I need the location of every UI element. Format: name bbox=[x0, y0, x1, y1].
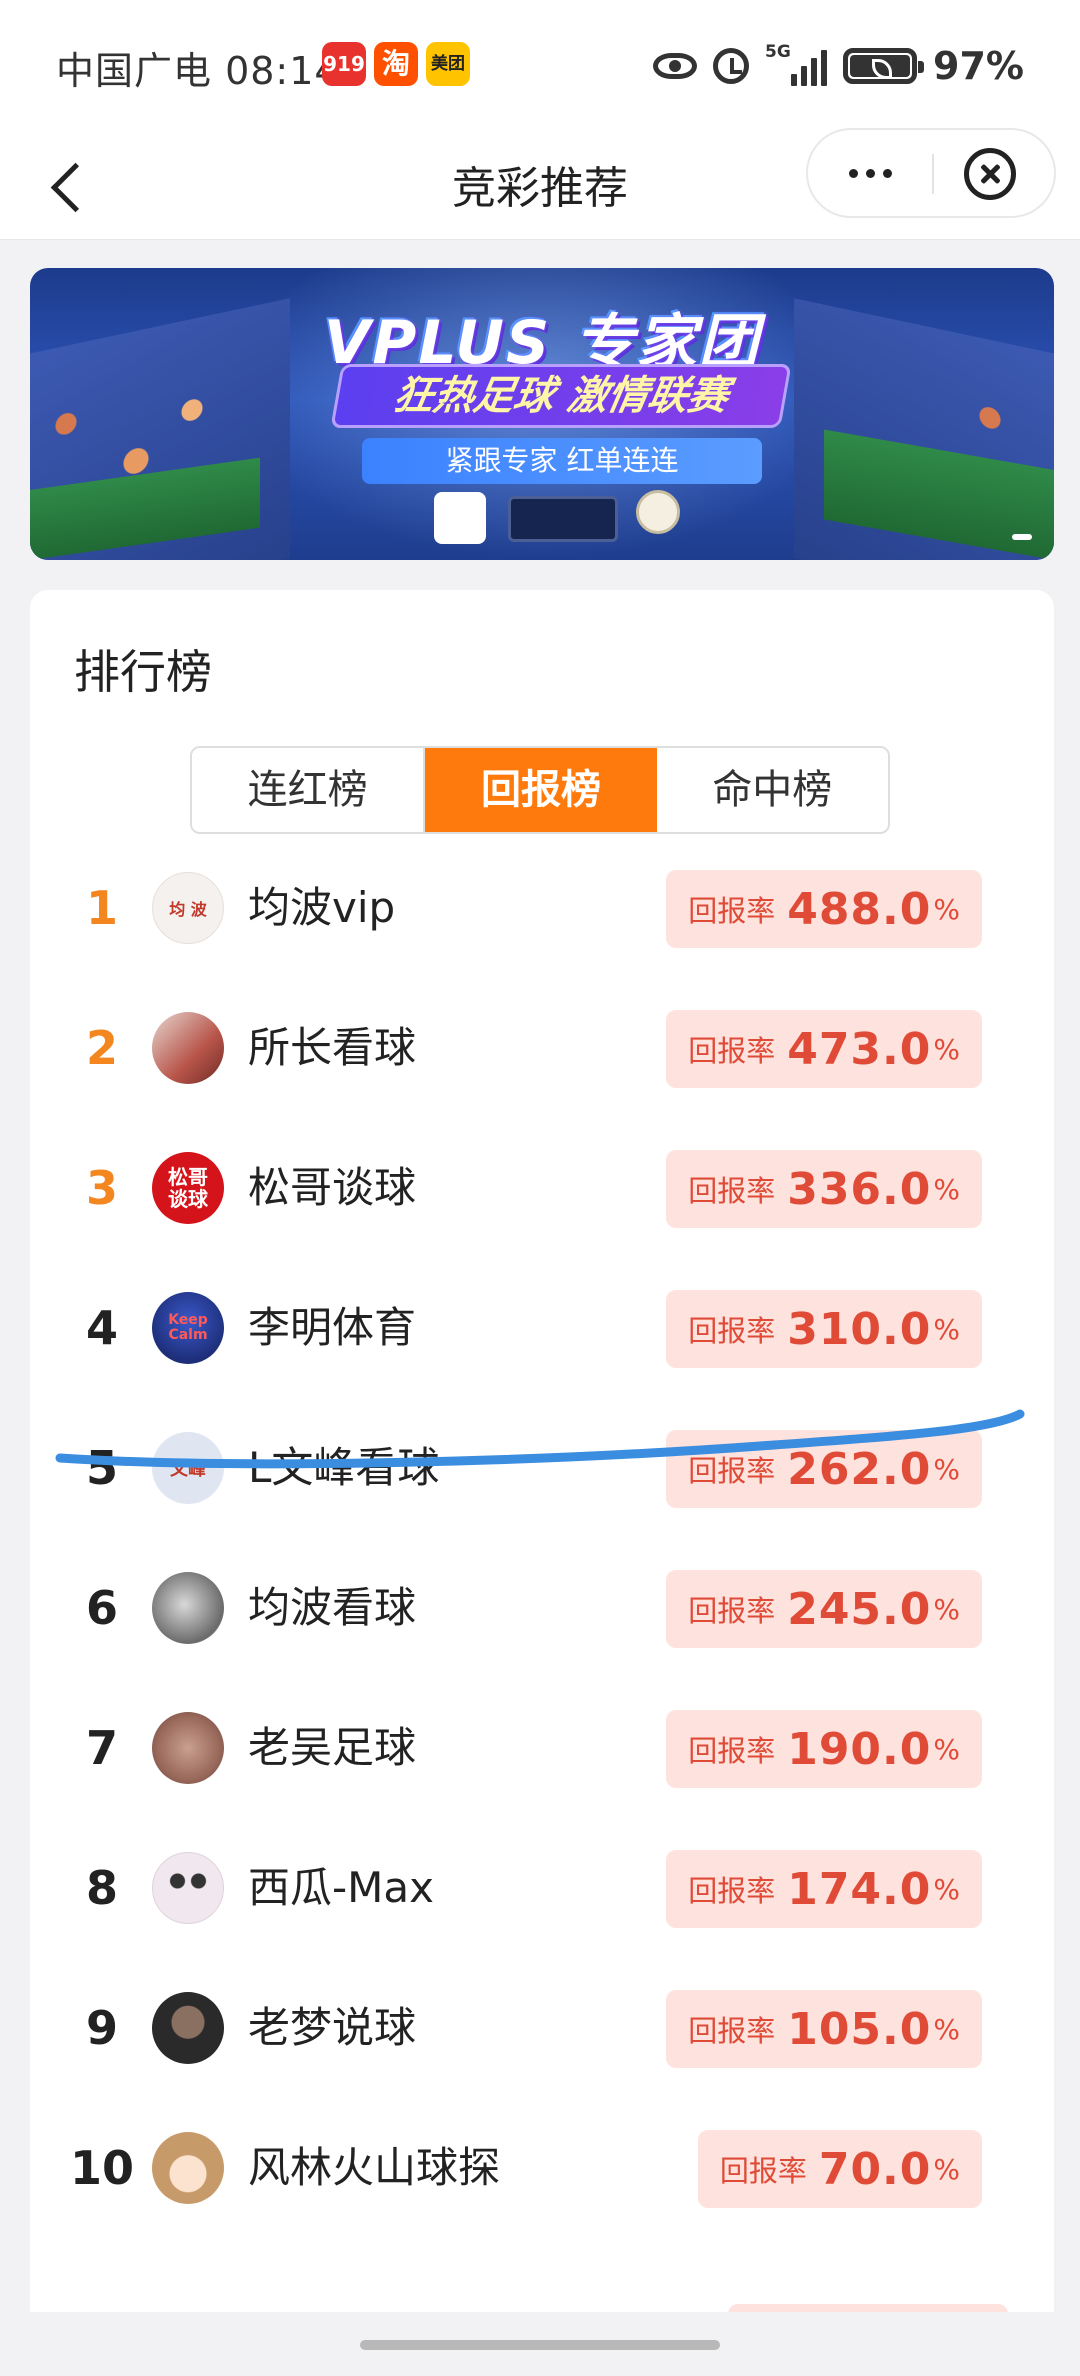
expert-name: 均波vip bbox=[248, 883, 396, 932]
return-rate-badge: 回报率 70.0% bbox=[697, 2130, 982, 2208]
rank-number: 8 bbox=[85, 1861, 118, 1915]
signal-icon: 5G bbox=[765, 42, 828, 86]
more-dots-icon[interactable] bbox=[808, 130, 932, 216]
list-item[interactable]: 8 西瓜-Max 回报率 174.0% bbox=[30, 1818, 1054, 1958]
banner-slogan: 紧跟专家 红单连连 bbox=[362, 438, 762, 484]
list-item[interactable]: 7 老吴足球 回报率 190.0% bbox=[30, 1678, 1054, 1818]
expert-name: 西瓜-Max bbox=[248, 1863, 434, 1912]
expert-name: 松哥谈球 bbox=[248, 1163, 417, 1212]
list-item[interactable]: 3 松哥 谈球 松哥谈球 回报率 336.0% bbox=[30, 1118, 1054, 1258]
rank-number: 3 bbox=[85, 1161, 118, 1215]
list-item[interactable]: 4 Keep Calm 李明体育 回报率 310.0% bbox=[30, 1258, 1054, 1398]
avatar bbox=[152, 1012, 224, 1084]
alarm-icon bbox=[713, 48, 750, 84]
list-item[interactable]: 2 所长看球 回报率 473.0% bbox=[30, 978, 1054, 1118]
avatar: 松哥 谈球 bbox=[152, 1152, 224, 1224]
close-circle-icon[interactable] bbox=[964, 148, 1016, 200]
tab-hit[interactable]: 命中榜 bbox=[656, 748, 888, 832]
return-rate-badge: 回报率 245.0% bbox=[666, 1570, 982, 1648]
scoreboard-icon bbox=[508, 496, 618, 542]
ranking-tabs: 连红榜 回报榜 命中榜 bbox=[190, 746, 890, 834]
home-area bbox=[0, 2312, 1080, 2376]
expert-name: 均波看球 bbox=[248, 1583, 417, 1632]
ranking-title: 排行榜 bbox=[74, 645, 212, 699]
list-item[interactable]: 10 风林火山球探 回报率 70.0% bbox=[30, 2098, 1054, 2238]
avatar bbox=[152, 1712, 224, 1784]
return-rate-badge: 回报率 336.0% bbox=[666, 1150, 982, 1228]
return-rate-badge: 回报率 310.0% bbox=[666, 1290, 982, 1368]
tab-return[interactable]: 回报榜 bbox=[425, 748, 657, 832]
rank-number: 6 bbox=[85, 1581, 118, 1635]
home-indicator[interactable] bbox=[360, 2340, 720, 2350]
rank-number: 7 bbox=[85, 1721, 118, 1775]
nav-bar: 竞彩推荐 bbox=[0, 128, 1080, 240]
league-logo-icon bbox=[434, 492, 486, 544]
avatar bbox=[152, 1572, 224, 1644]
banner-subtitle: 狂热足球 激情联赛 bbox=[330, 364, 792, 428]
ranking-card: 排行榜 连红榜 回报榜 命中榜 1 均 波 均波vip 回报率 488.0% 2 … bbox=[30, 590, 1054, 2376]
avatar: 均 波 bbox=[152, 872, 224, 944]
expert-name: 李明体育 bbox=[248, 1303, 417, 1352]
list-item[interactable]: 9 老梦说球 回报率 105.0% bbox=[30, 1958, 1054, 2098]
capsule-divider bbox=[932, 154, 934, 194]
return-rate-badge: 回报率 174.0% bbox=[666, 1850, 982, 1928]
avatar bbox=[152, 1852, 224, 1924]
mini-program-capsule bbox=[806, 128, 1056, 218]
huodong-app-icon: 919 bbox=[322, 42, 366, 86]
avatar bbox=[152, 1992, 224, 2064]
expert-name: 老吴足球 bbox=[248, 1723, 417, 1772]
rank-number: 9 bbox=[85, 2001, 118, 2055]
promo-banner[interactable]: VPLUS 专家团 狂热足球 激情联赛 紧跟专家 红单连连 bbox=[30, 268, 1054, 560]
ranking-list: 1 均 波 均波vip 回报率 488.0% 2 所长看球 回报率 473.0% 3… bbox=[30, 838, 1054, 2238]
rank-number: 1 bbox=[85, 881, 118, 935]
expert-name: 所长看球 bbox=[248, 1023, 417, 1072]
list-item[interactable]: 1 均 波 均波vip 回报率 488.0% bbox=[30, 838, 1054, 978]
tab-streak[interactable]: 连红榜 bbox=[192, 748, 426, 832]
return-rate-badge: 回报率 105.0% bbox=[666, 1990, 982, 2068]
avatar: Keep Calm bbox=[152, 1292, 224, 1364]
return-rate-badge: 回报率 473.0% bbox=[666, 1010, 982, 1088]
eye-icon bbox=[653, 53, 698, 79]
annotation-stroke bbox=[55, 1409, 1025, 1469]
expert-name: 风林火山球探 bbox=[248, 2143, 501, 2192]
return-rate-badge: 回报率 190.0% bbox=[666, 1710, 982, 1788]
rank-number: 10 bbox=[69, 2141, 134, 2195]
clock-icon bbox=[636, 490, 680, 534]
list-item[interactable]: 6 均波看球 回报率 245.0% bbox=[30, 1538, 1054, 1678]
rank-number: 2 bbox=[85, 1021, 118, 1075]
status-bar: 中国广电 08:14 919 淘 美团 5G 97% bbox=[0, 0, 1080, 128]
carrier-time: 中国广电 08:14 bbox=[56, 49, 340, 93]
return-rate-badge: 回报率 488.0% bbox=[666, 870, 982, 948]
carousel-indicator bbox=[1012, 534, 1032, 540]
battery-percent: 97% bbox=[933, 44, 1024, 88]
avatar bbox=[152, 2132, 224, 2204]
status-icons: 5G 97% bbox=[653, 42, 1024, 88]
taobao-app-icon: 淘 bbox=[374, 42, 418, 86]
expert-name: 老梦说球 bbox=[248, 2003, 417, 2052]
meituan-app-icon: 美团 bbox=[426, 42, 470, 86]
rank-number: 4 bbox=[85, 1301, 118, 1355]
battery-icon bbox=[843, 48, 925, 84]
